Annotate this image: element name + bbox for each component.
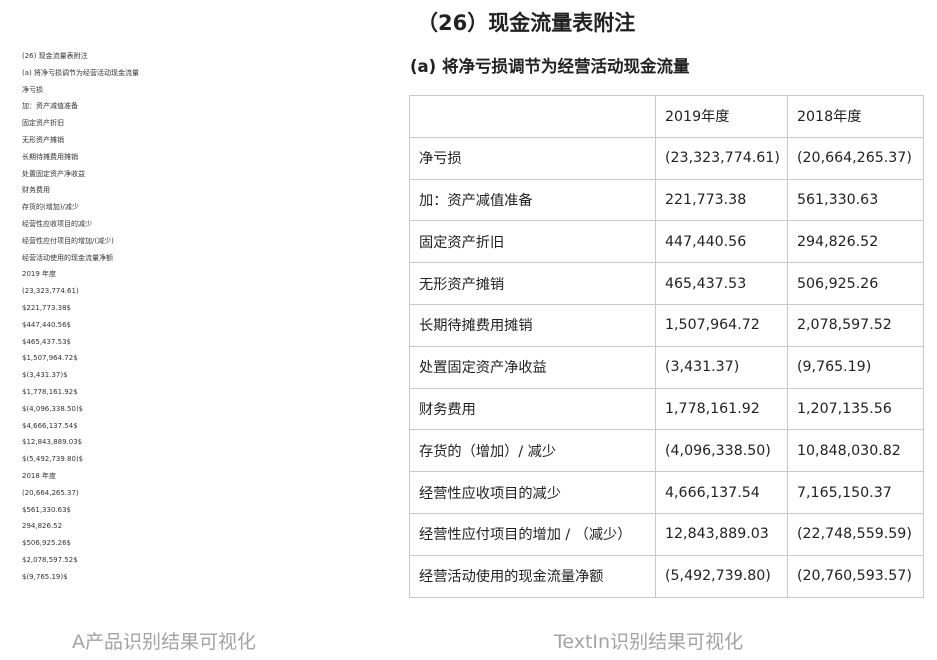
value-2019-cell: 1,507,964.72 xyxy=(655,303,788,347)
ocr-line: $465,437.53$ xyxy=(22,337,71,346)
table-row: 固定资产折旧 447,440.56 294,826.52 xyxy=(409,220,924,264)
ocr-line: 加：资产减值准备 xyxy=(22,102,78,111)
value-2018-cell: (22,748,559.59) xyxy=(787,512,924,556)
value-2018-cell: 2,078,597.52 xyxy=(787,303,924,347)
table-row: 存货的（增加）/ 减少 (4,096,338.50) 10,848,030.82 xyxy=(409,429,924,473)
table-row: 无形资产摊销 465,437.53 506,925.26 xyxy=(409,262,924,305)
ocr-line: $1,778,161.92$ xyxy=(22,387,78,396)
value-2018-cell: (9,765.19) xyxy=(787,345,924,389)
table-row: 经营性应收项目的减少 4,666,137.54 7,165,150.37 xyxy=(409,471,924,514)
ocr-line: 固定资产折旧 xyxy=(22,119,64,128)
value-2019-cell: 465,437.53 xyxy=(655,262,788,305)
ocr-line: 财务费用 xyxy=(22,186,50,195)
ocr-line: (a) 将净亏损调节为经营活动现金流量 xyxy=(22,68,139,77)
row-label-cell: 经营活动使用的现金流量净额 xyxy=(409,554,656,598)
value-2018-cell: 294,826.52 xyxy=(787,220,924,264)
row-label-cell: 长期待摊费用摊销 xyxy=(409,303,656,347)
ocr-line: $(5,492,739.80)$ xyxy=(22,455,84,464)
caption-left: A产品识别结果可视化 xyxy=(72,631,256,653)
value-2019-cell: 12,843,889.03 xyxy=(655,512,788,556)
document-title: （26）现金流量表附注 xyxy=(417,11,636,35)
ocr-line: 2019 年度 xyxy=(22,270,57,279)
table-header-row: 2019年度 2018年度 xyxy=(409,95,924,138)
value-2019-cell: (3,431.37) xyxy=(655,345,788,389)
value-2019-cell: 4,666,137.54 xyxy=(655,471,788,514)
ocr-line: 净亏损 xyxy=(22,85,43,94)
ocr-line: 无形资产摊销 xyxy=(22,135,64,144)
table-row: 加：资产减值准备 221,773.38 561,330.63 xyxy=(409,178,924,222)
ocr-line: (23,323,774.61) xyxy=(22,287,79,296)
ocr-line: $4,666,137.54$ xyxy=(22,421,78,430)
ocr-line: 长期待摊费用摊销 xyxy=(22,152,78,161)
ocr-line: 存货的(增加)/减少 xyxy=(22,203,79,212)
row-label-cell: 经营性应收项目的减少 xyxy=(409,471,656,514)
ocr-line: $(9,765.19)$ xyxy=(22,572,68,581)
left-ocr-text-list: (26) 现金流量表附注 (a) 将净亏损调节为经营活动现金流量 净亏损加：资产减值… xyxy=(22,48,382,586)
value-2019-cell: (5,492,739.80) xyxy=(655,554,788,598)
table-row: 经营性应付项目的增加 / （减少） 12,843,889.03 (22,748,55… xyxy=(409,512,924,556)
table-row: 财务费用 1,778,161.92 1,207,135.56 xyxy=(409,387,924,431)
row-label-cell: 经营性应付项目的增加 / （减少） xyxy=(409,512,656,556)
ocr-line: 294,826.52 xyxy=(22,522,63,531)
ocr-line: $506,925.26$ xyxy=(22,539,71,548)
document-subtitle: (a) 将净亏损调节为经营活动现金流量 xyxy=(410,57,690,76)
row-label-cell: 财务费用 xyxy=(409,387,656,431)
ocr-line: 经营性应收项目的减少 xyxy=(22,219,92,228)
value-2019-cell: 221,773.38 xyxy=(655,178,788,222)
ocr-line: 处置固定资产净收益 xyxy=(22,169,85,178)
ocr-line: 经营活动使用的现金流量净额 xyxy=(22,253,113,262)
ocr-line: $221,773.38$ xyxy=(22,303,71,312)
value-2018-cell: 1,207,135.56 xyxy=(787,387,924,431)
row-label-cell: 固定资产折旧 xyxy=(409,220,656,264)
value-2019-cell: 447,440.56 xyxy=(655,220,788,264)
ocr-line: 经营性应付项目的增加/(减少) xyxy=(22,236,114,245)
ocr-line: $561,330.63$ xyxy=(22,505,71,514)
ocr-line: (20,664,265.37) xyxy=(22,488,79,497)
row-label-cell: 净亏损 xyxy=(409,136,656,180)
cash-flow-table: 2019年度 2018年度 净亏损 (23,323,774.61) (20,664,… xyxy=(409,95,924,598)
value-2018-cell: 506,925.26 xyxy=(787,262,924,305)
ocr-line: $12,843,889.03$ xyxy=(22,438,83,447)
ocr-line: $2,078,597.52$ xyxy=(22,555,78,564)
cash-flow-table-container: 2019年度 2018年度 净亏损 (23,323,774.61) (20,664,… xyxy=(409,95,924,598)
header-cell-2019: 2019年度 xyxy=(655,95,788,138)
table-row: 经营活动使用的现金流量净额 (5,492,739.80) (20,760,593.5… xyxy=(409,554,924,598)
table-row: 净亏损 (23,323,774.61) (20,664,265.37) xyxy=(409,136,924,180)
row-label-cell: 加：资产减值准备 xyxy=(409,178,656,222)
value-2018-cell: (20,760,593.57) xyxy=(787,554,924,598)
ocr-line: $1,507,964.72$ xyxy=(22,354,78,363)
header-cell-item xyxy=(409,95,656,138)
row-label-cell: 处置固定资产净收益 xyxy=(409,345,656,389)
value-2018-cell: 10,848,030.82 xyxy=(787,429,924,473)
value-2018-cell: 7,165,150.37 xyxy=(787,471,924,514)
table-row: 处置固定资产净收益 (3,431.37) (9,765.19) xyxy=(409,345,924,389)
ocr-line: (26) 现金流量表附注 xyxy=(22,52,88,60)
table-row: 长期待摊费用摊销 1,507,964.72 2,078,597.52 xyxy=(409,303,924,347)
row-label-cell: 存货的（增加）/ 减少 xyxy=(409,429,656,473)
value-2018-cell: (20,664,265.37) xyxy=(787,136,924,180)
ocr-line: $(4,096,338.50)$ xyxy=(22,404,84,413)
value-2019-cell: (23,323,774.61) xyxy=(655,136,788,180)
value-2019-cell: (4,096,338.50) xyxy=(655,429,788,473)
value-2019-cell: 1,778,161.92 xyxy=(655,387,788,431)
ocr-line: $447,440.56$ xyxy=(22,320,71,329)
row-label-cell: 无形资产摊销 xyxy=(409,262,656,305)
caption-right: TextIn识别结果可视化 xyxy=(554,631,744,653)
header-cell-2018: 2018年度 xyxy=(787,95,924,138)
ocr-line: $(3,431.37)$ xyxy=(22,371,68,380)
value-2018-cell: 561,330.63 xyxy=(787,178,924,222)
ocr-line: 2018 年度 xyxy=(22,471,57,480)
